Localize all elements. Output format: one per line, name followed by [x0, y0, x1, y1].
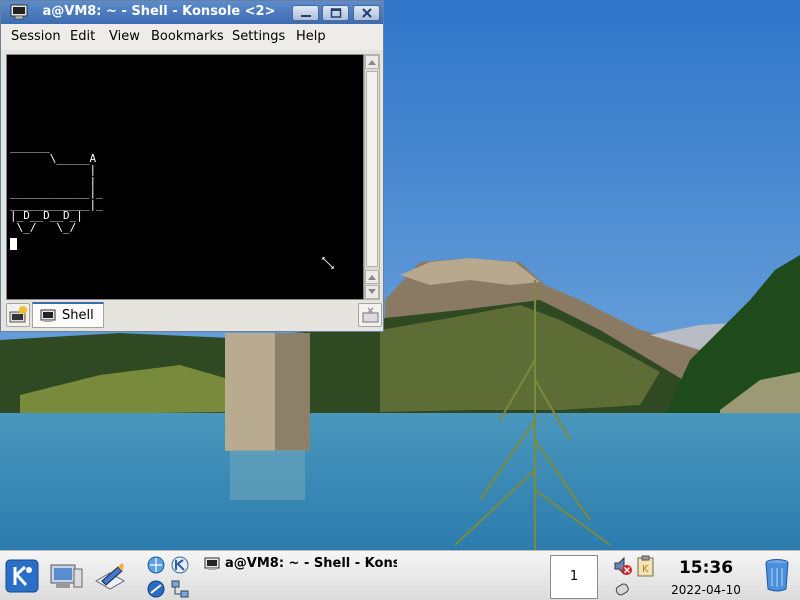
- desktop-pager[interactable]: 1: [550, 555, 598, 599]
- menu-edit[interactable]: Edit: [70, 29, 95, 44]
- network-icon[interactable]: [146, 555, 166, 575]
- scroll-down-button[interactable]: [365, 285, 379, 299]
- taskbar-task-konsole[interactable]: a@VM8: ~ - Shell - Konsole <2>: [200, 554, 400, 576]
- clock-time[interactable]: 15:36: [660, 558, 752, 578]
- terminal-area[interactable]: ______ \_____A | | ____________|_ ________…: [6, 54, 364, 300]
- taskbar-task-label: a@VM8: ~ - Shell - Konsole <2>: [225, 556, 397, 571]
- lan-icon[interactable]: [170, 579, 190, 599]
- arrow-down-icon: [368, 289, 376, 294]
- mouse-icon[interactable]: [612, 579, 632, 599]
- terminal-icon: [40, 309, 56, 322]
- scroll-up-button[interactable]: [365, 55, 379, 69]
- terminal-line: ____________|_: [10, 186, 103, 199]
- terminal-scrollbar[interactable]: [364, 54, 380, 300]
- sound-muted-icon[interactable]: [612, 555, 634, 577]
- minimize-button[interactable]: [292, 5, 319, 21]
- konsole-window: a@VM8: ~ - Shell - Konsole <2> Session E…: [0, 0, 384, 332]
- new-tab-icon: [9, 306, 27, 323]
- close-tab-icon: [362, 307, 379, 323]
- close-icon: [362, 8, 372, 18]
- menu-bookmarks[interactable]: Bookmarks: [151, 29, 224, 44]
- new-tab-button[interactable]: [6, 303, 30, 327]
- window-titlebar[interactable]: a@VM8: ~ - Shell - Konsole <2>: [1, 1, 383, 24]
- maximize-button[interactable]: [322, 5, 349, 21]
- menu-help[interactable]: Help: [296, 29, 326, 44]
- kde-menu-icon[interactable]: [5, 559, 39, 593]
- menu-session[interactable]: Session: [11, 29, 61, 44]
- svg-text:K: K: [642, 564, 649, 575]
- terminal-icon: [204, 557, 220, 570]
- arrow-up-icon: [368, 60, 376, 65]
- terminal-line: |_D__D__D_|: [10, 209, 83, 222]
- resize-cursor-icon: [321, 256, 335, 270]
- maximize-icon: [330, 8, 342, 18]
- close-tab-button[interactable]: [358, 303, 382, 327]
- clock-date[interactable]: 2022-04-10: [660, 583, 752, 597]
- klipper-icon[interactable]: K: [636, 555, 656, 577]
- trash-icon[interactable]: [763, 557, 791, 593]
- tab-bar: Shell: [1, 300, 383, 331]
- tab-label: Shell: [62, 308, 94, 323]
- kde-panel: a@VM8: ~ - Shell - Konsole <2> 1 K 15:36…: [0, 550, 800, 600]
- konqueror-icon[interactable]: [170, 555, 190, 575]
- arrow-up-icon: [368, 275, 376, 280]
- window-title: a@VM8: ~ - Shell - Konsole <2>: [42, 4, 276, 19]
- minimize-icon: [301, 15, 311, 17]
- terminal-line: \_/ \_/: [10, 220, 77, 234]
- menu-settings[interactable]: Settings: [232, 29, 285, 44]
- home-folder-icon[interactable]: [48, 559, 84, 593]
- scroll-up-lower-button[interactable]: [365, 270, 379, 284]
- terminal-output: ______ \_____A | | ____________|_ ________…: [10, 141, 103, 233]
- terminal-cursor: [10, 238, 17, 250]
- tab-shell[interactable]: Shell: [32, 302, 104, 328]
- scrollbar-thumb[interactable]: [366, 71, 378, 267]
- close-button[interactable]: [353, 5, 380, 21]
- menubar: Session Edit View Bookmarks Settings Hel…: [1, 24, 383, 50]
- pager-desktop-1[interactable]: 1: [551, 569, 597, 584]
- browser-icon[interactable]: [146, 579, 166, 599]
- terminal-line: ______: [10, 140, 50, 153]
- menu-view[interactable]: View: [109, 29, 140, 44]
- kwrite-icon[interactable]: [92, 559, 128, 593]
- terminal-icon[interactable]: [10, 4, 28, 20]
- terminal-line: |: [10, 163, 97, 176]
